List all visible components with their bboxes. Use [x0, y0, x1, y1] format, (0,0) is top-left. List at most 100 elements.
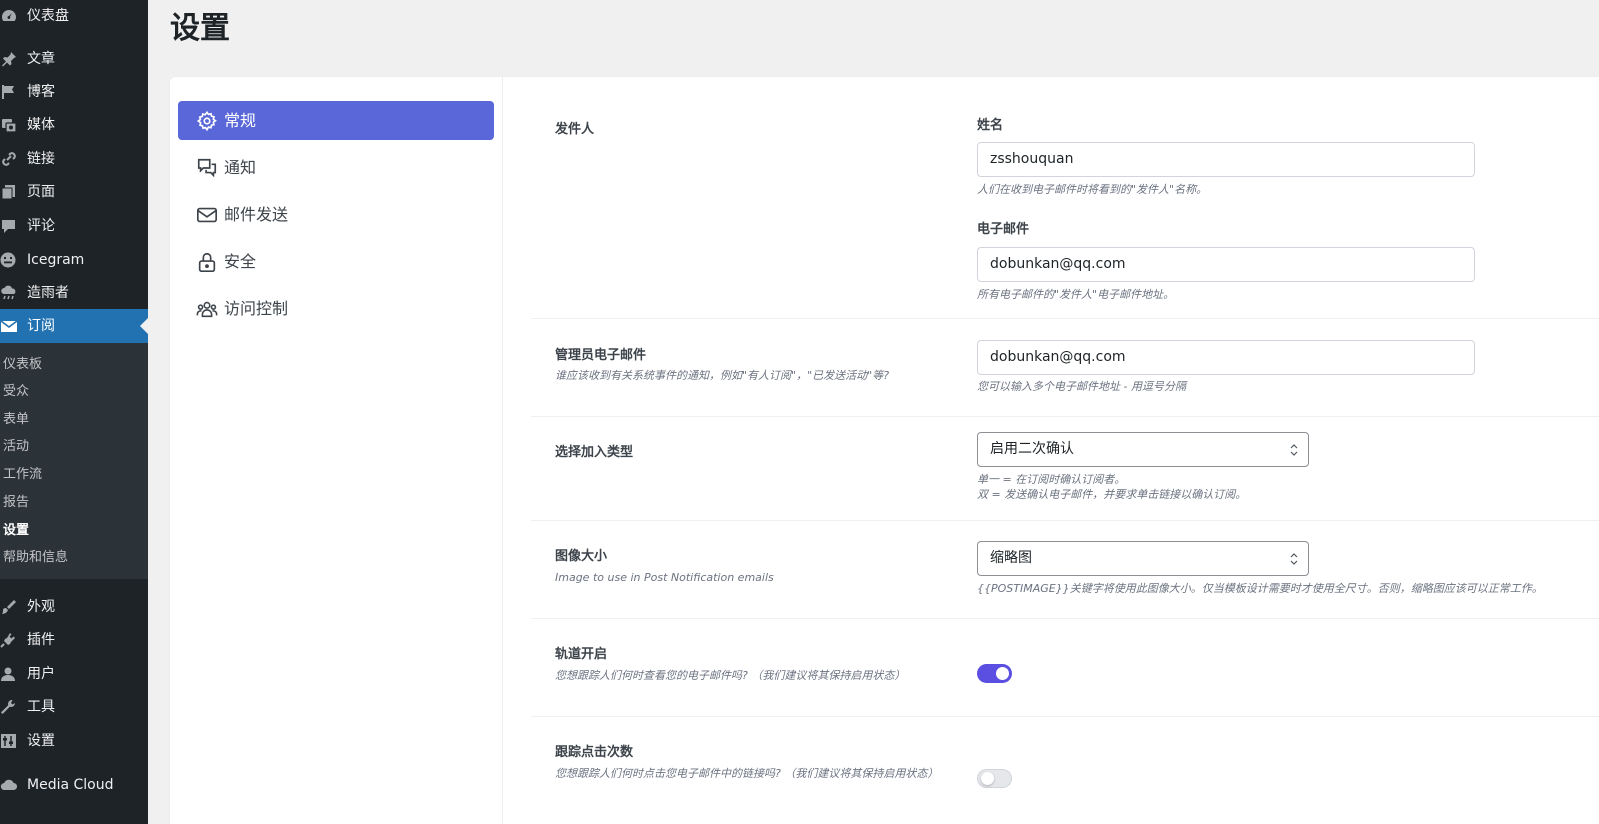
user-icon	[0, 666, 18, 682]
comment-icon	[0, 218, 18, 234]
menu-label: 链接	[27, 151, 55, 167]
menu-item-blog[interactable]: 博客	[0, 76, 148, 108]
menu-item-comments[interactable]: 评论	[0, 210, 148, 242]
pages-icon	[0, 184, 18, 200]
menu-item-media[interactable]: 媒体	[0, 109, 148, 141]
plugin-icon	[0, 632, 18, 648]
menu-item-icegram[interactable]: Icegram	[0, 244, 148, 276]
brush-icon	[0, 599, 18, 615]
sender-email-label: 电子邮件	[977, 222, 1030, 237]
submenu-item-forms[interactable]: 表单	[3, 411, 29, 429]
dashboard-icon	[0, 8, 18, 24]
optin-type-select[interactable]: 启用二次确认	[977, 432, 1309, 467]
row-divider	[531, 716, 1599, 717]
admin-email-title: 管理员电子邮件	[555, 348, 647, 363]
email-icon	[0, 318, 18, 334]
chat-bubbles-icon	[196, 157, 218, 179]
menu-label: 用户	[27, 666, 55, 682]
card-divider	[502, 77, 503, 824]
menu-item-pages[interactable]: 页面	[0, 176, 148, 208]
submenu-item-workflows[interactable]: 工作流	[3, 466, 42, 484]
menu-item-rainmaker[interactable]: 造雨者	[0, 277, 148, 309]
menu-item-media-cloud[interactable]: Media Cloud	[0, 769, 148, 801]
tab-general[interactable]: 常规	[178, 101, 494, 140]
admin-email-desc: 谁应该收到有关系统事件的通知，例如"有人订阅"，"已发送活动"等?	[555, 369, 890, 382]
sender-name-help: 人们在收到电子邮件时将看到的"发件人"名称。	[977, 183, 1208, 196]
subscribe-submenu: 仪表板 受众 表单 活动 工作流 报告 设置 帮助和信息	[0, 343, 148, 579]
menu-item-plugins[interactable]: 插件	[0, 624, 148, 656]
sender-email-input[interactable]: dobunkan@qq.com	[977, 247, 1475, 282]
submenu-item-audience[interactable]: 受众	[3, 383, 29, 401]
menu-label: 页面	[27, 184, 55, 200]
select-arrows-icon	[1290, 552, 1298, 566]
menu-label: 订阅	[27, 318, 55, 334]
tab-email-sending[interactable]: 邮件发送	[178, 195, 494, 234]
tab-label: 访问控制	[224, 299, 289, 318]
track-opens-toggle[interactable]	[977, 664, 1012, 683]
optin-type-selected: 启用二次确认	[990, 441, 1074, 457]
menu-item-appearance[interactable]: 外观	[0, 591, 148, 623]
sender-name-input[interactable]: zsshouquan	[977, 142, 1475, 177]
tab-notifications[interactable]: 通知	[178, 148, 494, 187]
icegram-icon	[0, 252, 18, 268]
row-divider	[531, 318, 1599, 319]
admin-email-help: 您可以输入多个电子邮件地址 - 用逗号分隔	[977, 380, 1186, 393]
pin-icon	[0, 51, 18, 67]
tab-access-control[interactable]: 访问控制	[178, 289, 494, 328]
image-size-help: {{POSTIMAGE}}关键字将使用此图像大小。仅当模板设计需要时才使用全尺寸…	[977, 582, 1543, 595]
menu-label: 媒体	[27, 117, 55, 133]
tab-label: 安全	[224, 252, 257, 271]
toggle-knob	[981, 772, 994, 785]
menu-item-posts[interactable]: 文章	[0, 43, 148, 75]
submenu-item-reports[interactable]: 报告	[3, 494, 29, 512]
track-opens-desc: 您想跟踪人们何时查看您的电子邮件吗? （我们建议将其保持启用状态）	[555, 669, 906, 682]
track-clicks-title: 跟踪点击次数	[555, 745, 634, 760]
row-divider	[531, 520, 1599, 521]
sender-email-help: 所有电子邮件的"发件人"电子邮件地址。	[977, 288, 1175, 301]
page-title: 设置	[170, 11, 230, 46]
menu-item-users[interactable]: 用户	[0, 658, 148, 690]
track-clicks-toggle[interactable]	[977, 769, 1012, 788]
sender-title: 发件人	[555, 122, 595, 137]
row-divider	[531, 416, 1599, 417]
menu-item-subscribe[interactable]: 订阅	[0, 309, 148, 343]
media-icon	[0, 117, 18, 133]
submenu-item-help[interactable]: 帮助和信息	[3, 549, 68, 567]
sender-name-label: 姓名	[977, 118, 1004, 133]
admin-email-input[interactable]: dobunkan@qq.com	[977, 340, 1475, 375]
image-size-select[interactable]: 缩略图	[977, 541, 1309, 576]
menu-label: Media Cloud	[27, 777, 114, 793]
wrench-icon	[0, 699, 18, 715]
image-size-desc: Image to use in Post Notification emails	[555, 571, 774, 584]
toggle-knob	[996, 667, 1009, 680]
users-icon	[196, 298, 218, 320]
submenu-item-settings[interactable]: 设置	[3, 522, 29, 540]
menu-label: 工具	[27, 699, 55, 715]
menu-label: 插件	[27, 632, 55, 648]
menu-label: 造雨者	[27, 285, 69, 301]
tab-security[interactable]: 安全	[178, 242, 494, 281]
submenu-item-campaigns[interactable]: 活动	[3, 438, 29, 456]
submenu-item-dashboard[interactable]: 仪表板	[3, 356, 42, 374]
link-icon	[0, 151, 18, 167]
image-size-title: 图像大小	[555, 549, 608, 564]
image-size-selected: 缩略图	[990, 550, 1032, 566]
settings-icon	[0, 733, 18, 749]
track-clicks-desc: 您想跟踪人们何时点击您电子邮件中的链接吗? （我们建议将其保持启用状态）	[555, 767, 939, 780]
menu-item-settings[interactable]: 设置	[0, 725, 148, 757]
select-arrows-icon	[1290, 443, 1298, 457]
menu-label: 设置	[27, 733, 55, 749]
optin-type-help-1: 单一 = 在订阅时确认订阅者。	[977, 473, 1126, 486]
menu-label: 文章	[27, 51, 55, 67]
menu-item-tools[interactable]: 工具	[0, 691, 148, 723]
menu-label: 外观	[27, 599, 55, 615]
menu-item-links[interactable]: 链接	[0, 143, 148, 175]
optin-type-help-2: 双 = 发送确认电子邮件，并要求单击链接以确认订阅。	[977, 488, 1247, 501]
envelope-icon	[196, 204, 218, 226]
menu-item-dashboard[interactable]: 仪表盘	[0, 0, 148, 32]
admin-sidebar: 仪表盘 文章 博客 媒体 链接 页面 评论 Icegram 造雨者 订阅 仪表板…	[0, 0, 148, 824]
settings-card: 常规 通知 邮件发送 安全 访问控制 发件人 姓名 zsshouquan 人们在…	[170, 77, 1599, 824]
menu-label: Icegram	[27, 252, 85, 268]
optin-type-title: 选择加入类型	[555, 445, 634, 460]
menu-label: 博客	[27, 84, 55, 100]
